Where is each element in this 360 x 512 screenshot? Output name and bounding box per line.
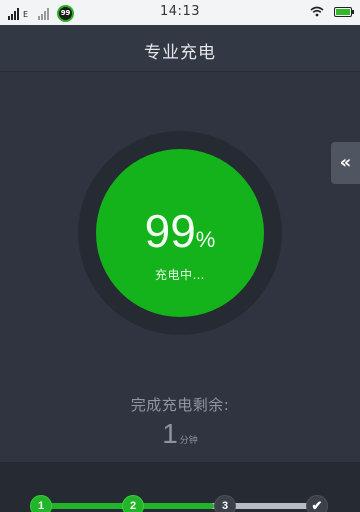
remaining-value: 1 xyxy=(162,418,178,449)
step-complete-check-icon: ✔ xyxy=(306,495,328,512)
side-tab-button[interactable]: « xyxy=(331,142,360,184)
remaining-label: 完成充电剩余: xyxy=(130,396,230,414)
charge-percent-value: 99 xyxy=(144,205,196,257)
battery-icon xyxy=(334,6,354,17)
step-3: 3 xyxy=(214,495,236,512)
remaining-unit: 分钟 xyxy=(179,436,198,446)
remaining-time: 1 分钟 xyxy=(0,418,360,450)
status-right xyxy=(310,6,354,17)
step-2: 2 xyxy=(122,495,144,512)
status-time: 14:13 xyxy=(160,4,200,19)
charge-percent: 99% xyxy=(96,205,264,257)
charge-status: 充电中… xyxy=(154,268,205,282)
wifi-icon xyxy=(310,6,324,17)
title-bar: 专业充电 xyxy=(0,25,360,72)
double-chevron-left-icon: « xyxy=(339,152,352,173)
charge-percent-symbol: % xyxy=(195,227,216,252)
page-title: 专业充电 xyxy=(144,43,216,63)
step-1: 1 xyxy=(30,495,52,512)
status-bar: E 99 14:13 xyxy=(0,0,360,25)
